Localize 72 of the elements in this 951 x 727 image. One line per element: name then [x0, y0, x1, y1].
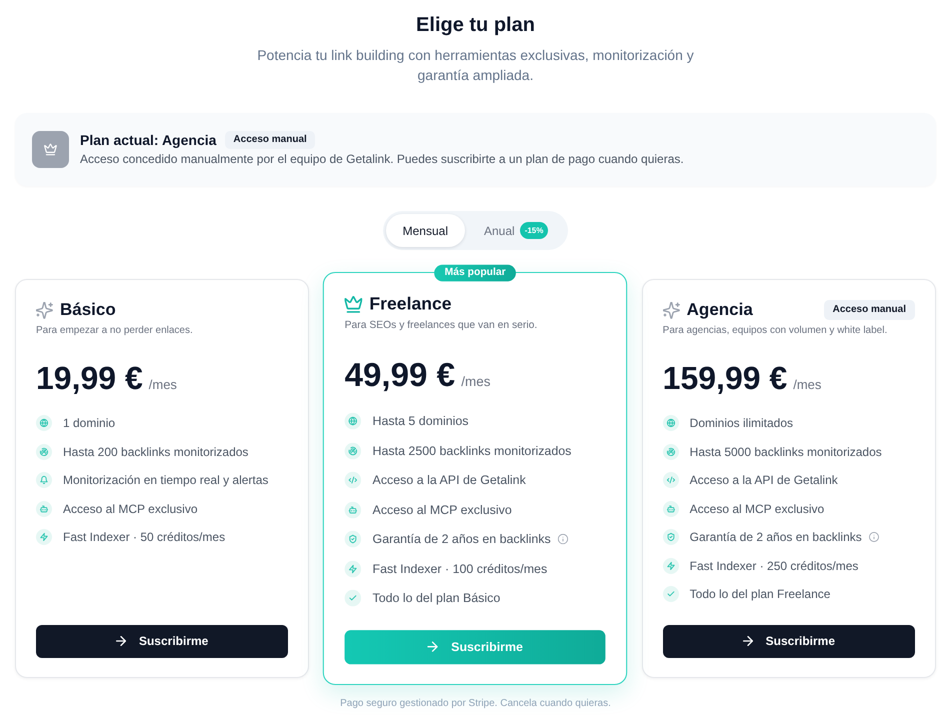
arrow-right-icon [116, 636, 126, 646]
subscribe-button[interactable]: Suscribirme [662, 624, 915, 658]
plan-price: 19,99 € [36, 359, 143, 398]
access-badge: Acceso manual [824, 300, 915, 320]
subscribe-button[interactable]: Suscribirme [36, 624, 288, 658]
crown-icon [344, 295, 362, 313]
feature-text: Acceso a la API de Getalink [372, 472, 526, 489]
globe-icon [344, 413, 362, 430]
page-subtitle: Potencia tu link building con herramientas exclusivas, monitorización y garantía ampliada. [256, 46, 695, 85]
crown-icon [32, 131, 69, 168]
plan-description: Para SEOs y freelances que van en serio. [344, 318, 539, 334]
plan-description: Para empezar a no perder enlaces. [36, 324, 194, 338]
feature-text: Fast Indexer · 50 créditos/mes [63, 529, 226, 546]
info-icon[interactable] [558, 534, 569, 544]
shield-check-icon [344, 531, 362, 548]
check-icon [662, 586, 679, 602]
price-period: /mes [148, 377, 177, 392]
shield-check-icon [662, 529, 679, 546]
code-icon [344, 472, 362, 489]
robot-icon [344, 502, 362, 518]
price-period: /mes [793, 377, 822, 392]
lightning-icon [344, 560, 362, 578]
feature-text: Todo lo del plan Freelance [690, 586, 830, 602]
current-plan-description: Acceso concedido manualmente por el equipo de Getalink. Puedes suscribirte a un plan de pago cuando quieras. [80, 151, 684, 168]
check-icon [344, 590, 362, 607]
plan-price: 49,99 € [344, 354, 456, 396]
feature-text: Garantía de 2 años en backlinks [690, 529, 862, 546]
discount-badge: -15% [520, 222, 548, 239]
feature-text: Dominios ilimitados [690, 415, 794, 432]
feature-text: Acceso al MCP exclusivo [690, 500, 824, 517]
feature-text: Hasta 2500 backlinks monitorizados [372, 442, 572, 460]
feature-text: Fast Indexer · 250 créditos/mes [690, 558, 858, 574]
plan-price: 159,99 € [662, 359, 788, 398]
sparkle-icon [662, 302, 680, 318]
feature-text: Garantía de 2 años en backlinks [372, 531, 551, 548]
feature-text: Acceso al MCP exclusivo [63, 500, 198, 517]
info-icon[interactable] [868, 532, 879, 542]
access-badge: Acceso manual [225, 131, 315, 149]
popular-badge: Más popular [434, 264, 516, 282]
billing-option[interactable]: Anual -15% [466, 214, 566, 247]
lightning-icon [662, 558, 679, 574]
arrow-right-icon [428, 642, 438, 652]
current-plan-title: Plan actual: Agencia [80, 131, 216, 149]
payment-note: Pago seguro gestionado por Stripe. Cancela cuando quieras. [339, 698, 612, 710]
code-icon [662, 472, 679, 488]
plan-name: Básico [60, 299, 116, 321]
feature-text: 1 dominio [63, 415, 116, 432]
feature-text: Monitorización en tiempo real y alertas [63, 472, 268, 488]
globe-icon [662, 415, 679, 432]
feature-text: Acceso a la API de Getalink [690, 472, 838, 488]
plan-description: Para agencias, equipos con volumen y white label. [662, 324, 888, 338]
radar-icon [662, 444, 679, 460]
price-period: /mes [462, 373, 491, 389]
bell-icon [36, 472, 52, 488]
plan-name: Agencia [686, 299, 753, 321]
radar-icon [36, 444, 52, 460]
feature-text: Fast Indexer · 100 créditos/mes [372, 560, 548, 578]
lightning-icon [36, 529, 52, 546]
page-title: Elige tu plan [416, 13, 535, 38]
plan-name: Freelance [370, 292, 452, 316]
arrow-right-icon [742, 636, 753, 646]
radar-icon [344, 442, 362, 460]
feature-text: Hasta 5 dominios [372, 413, 469, 430]
globe-icon [36, 415, 52, 432]
feature-text: Hasta 200 backlinks monitorizados [63, 444, 248, 460]
robot-icon [662, 500, 679, 517]
billing-option[interactable]: Mensual [386, 214, 465, 247]
feature-text: Acceso al MCP exclusivo [372, 502, 512, 518]
feature-text: Hasta 5000 backlinks monitorizados [690, 444, 882, 460]
sparkle-icon [36, 302, 53, 318]
feature-text: Todo lo del plan Básico [372, 590, 501, 607]
robot-icon [36, 500, 52, 517]
